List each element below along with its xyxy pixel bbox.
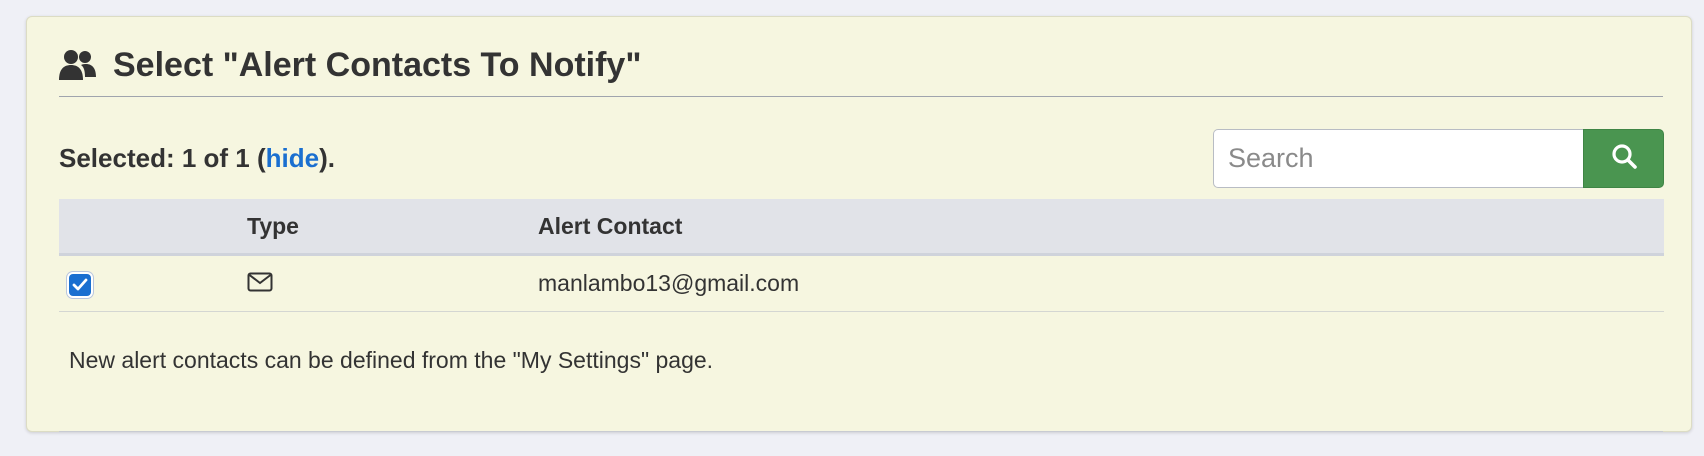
envelope-icon <box>247 272 273 292</box>
table-row: manlambo13@gmail.com <box>59 256 1664 312</box>
panel-header: Select "Alert Contacts To Notify" <box>59 35 641 95</box>
search-icon <box>1611 143 1637 174</box>
selection-count-text: Selected: 1 of 1 ( <box>59 143 266 173</box>
alert-contacts-panel: Select "Alert Contacts To Notify" Select… <box>26 16 1692 432</box>
hide-selected-link[interactable]: hide <box>266 143 319 173</box>
page-title: Select "Alert Contacts To Notify" <box>113 45 642 84</box>
search-group <box>1213 129 1664 188</box>
table-header: Type Alert Contact <box>59 199 1664 256</box>
search-button[interactable] <box>1583 129 1664 188</box>
search-input[interactable] <box>1213 129 1583 188</box>
selection-suffix: ). <box>319 143 335 173</box>
column-header-alert-contact: Alert Contact <box>538 213 683 239</box>
header-divider <box>59 96 1663 97</box>
footer-divider <box>59 431 1663 432</box>
users-icon <box>59 48 97 82</box>
contact-checkbox[interactable] <box>69 274 91 296</box>
alert-contacts-table: Type Alert Contact manlambo13@gmail.com <box>59 199 1664 312</box>
selection-summary: Selected: 1 of 1 (hide). <box>59 143 335 174</box>
contact-email: manlambo13@gmail.com <box>538 270 800 296</box>
settings-note: New alert contacts can be defined from t… <box>69 347 714 373</box>
column-header-type: Type <box>247 213 299 239</box>
